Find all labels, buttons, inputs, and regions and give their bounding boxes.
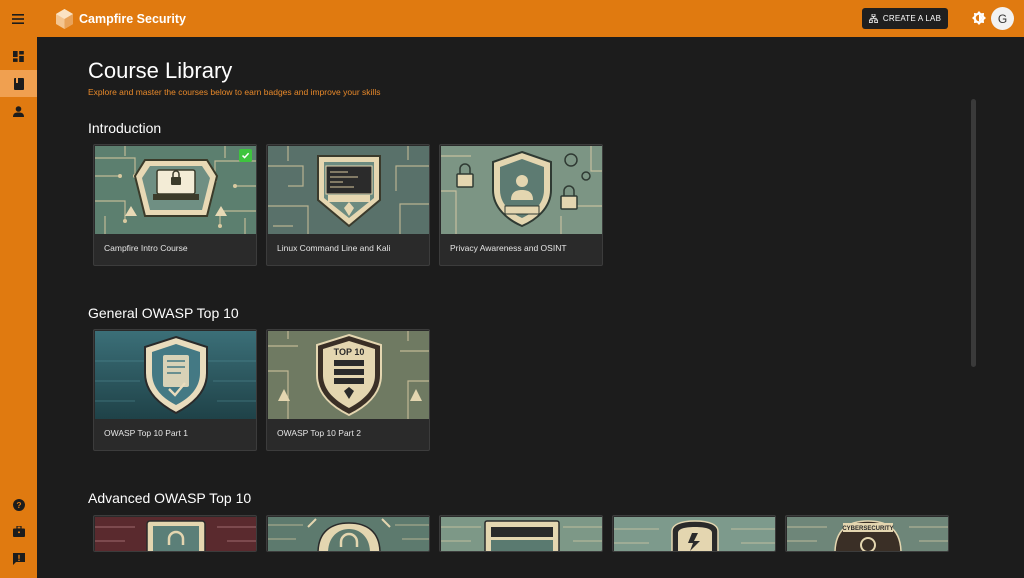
course-thumbnail: [268, 146, 429, 234]
section-title-advanced-owasp: Advanced OWASP Top 10: [88, 490, 252, 506]
course-card-linux-command-line[interactable]: Linux Command Line and Kali: [266, 144, 430, 266]
briefcase-icon: [12, 526, 25, 537]
vertical-scrollbar[interactable]: [971, 99, 976, 367]
top-bar: Campfire Security CREATE A LAB G: [0, 0, 1024, 37]
page-title: Course Library: [88, 58, 233, 83]
main-content: Course Library Explore and master the co…: [37, 37, 1024, 578]
sitemap-icon: [868, 14, 878, 23]
theme-toggle[interactable]: [972, 11, 986, 25]
page-subtitle: Explore and master the courses below to …: [88, 87, 381, 97]
course-title: OWASP Top 10 Part 1: [104, 428, 188, 438]
sidebar-item-feedback[interactable]: [0, 545, 37, 572]
sidebar: ?: [0, 37, 37, 578]
create-lab-label: CREATE A LAB: [882, 14, 942, 23]
completed-check-icon: [239, 149, 252, 162]
course-thumbnail: [95, 517, 256, 551]
book-icon: [13, 77, 24, 90]
app-logo[interactable]: Campfire Security: [56, 8, 186, 29]
course-card-advanced-4[interactable]: [612, 515, 776, 552]
app-title: Campfire Security: [79, 11, 186, 26]
brightness-icon: [972, 11, 986, 25]
help-icon: ?: [12, 498, 25, 511]
badge-text: CYBERSECURITY: [842, 526, 893, 532]
course-card-advanced-1[interactable]: [93, 515, 257, 552]
sidebar-item-help[interactable]: ?: [0, 491, 37, 518]
section-title-general-owasp: General OWASP Top 10: [88, 305, 239, 321]
course-card-campfire-intro[interactable]: Campfire Intro Course: [93, 144, 257, 266]
course-thumbnail: [95, 146, 256, 234]
course-title: Linux Command Line and Kali: [277, 243, 391, 253]
person-icon: [13, 106, 24, 117]
course-card-advanced-5[interactable]: CYBERSECURITY: [785, 515, 949, 552]
course-title: Privacy Awareness and OSINT: [450, 243, 567, 253]
course-card-owasp-part-2[interactable]: TOP 10 OWASP Top 10 Part 2: [266, 329, 430, 451]
sidebar-item-course-library[interactable]: [0, 70, 37, 97]
course-card-advanced-3[interactable]: [439, 515, 603, 552]
svg-text:?: ?: [16, 500, 21, 510]
course-card-owasp-part-1[interactable]: OWASP Top 10 Part 1: [93, 329, 257, 451]
hamburger-icon: [12, 13, 24, 24]
course-thumbnail: [614, 517, 775, 551]
course-thumbnail: [95, 331, 256, 419]
course-card-privacy-osint[interactable]: Privacy Awareness and OSINT: [439, 144, 603, 266]
course-title: OWASP Top 10 Part 2: [277, 428, 361, 438]
dashboard-icon: [13, 51, 24, 62]
course-thumbnail: [268, 517, 429, 551]
course-thumbnail: TOP 10: [268, 331, 429, 419]
campfire-logo-icon: [56, 8, 73, 29]
course-thumbnail: [441, 146, 602, 234]
course-thumbnail: CYBERSECURITY: [787, 517, 948, 551]
badge-text: TOP 10: [334, 347, 365, 357]
user-avatar[interactable]: G: [991, 7, 1014, 30]
menu-button[interactable]: [0, 0, 36, 37]
section-title-introduction: Introduction: [88, 120, 162, 136]
sidebar-item-dashboard[interactable]: [0, 43, 37, 70]
sidebar-item-profile[interactable]: [0, 98, 37, 125]
create-lab-button[interactable]: CREATE A LAB: [862, 8, 948, 29]
sidebar-item-toolbox[interactable]: [0, 518, 37, 545]
course-title: Campfire Intro Course: [104, 243, 188, 253]
feedback-icon: [12, 552, 25, 565]
course-thumbnail: [441, 517, 602, 551]
course-card-advanced-2[interactable]: [266, 515, 430, 552]
